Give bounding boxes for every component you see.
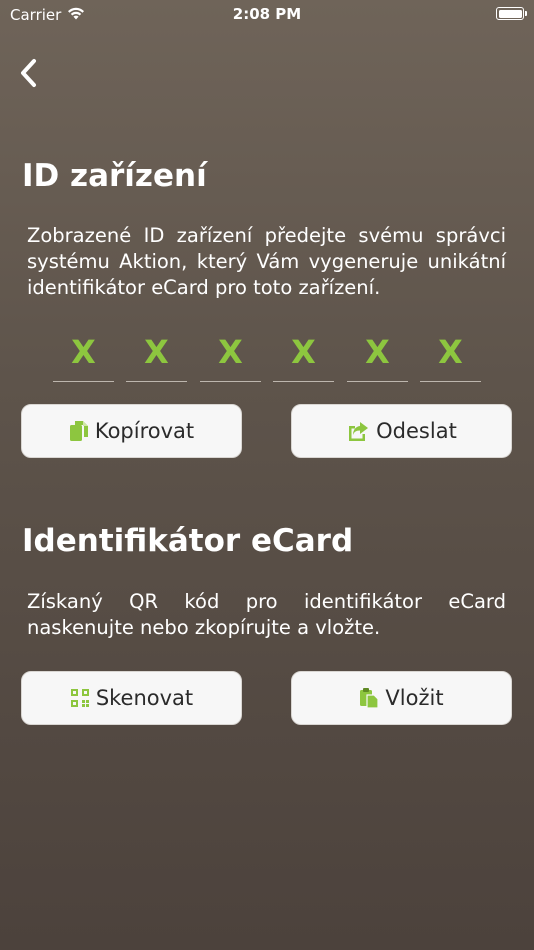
device-id-title: ID zařízení <box>22 158 207 194</box>
ecard-title: Identifikátor eCard <box>22 523 354 559</box>
back-button[interactable] <box>12 56 44 90</box>
paste-icon <box>360 688 380 709</box>
copy-button[interactable]: Kopírovat <box>21 404 242 458</box>
copy-icon <box>69 421 88 441</box>
qr-code-icon <box>70 689 89 707</box>
device-id-char: X <box>200 332 261 382</box>
paste-button-label: Vložit <box>385 686 444 710</box>
share-icon <box>349 422 369 441</box>
status-bar: Carrier 2:08 PM <box>0 0 534 28</box>
scan-button-label: Skenovat <box>95 686 194 710</box>
status-time: 2:08 PM <box>232 5 302 23</box>
device-id-char: X <box>273 332 334 382</box>
copy-button-label: Kopírovat <box>94 419 195 443</box>
back-chevron-icon <box>21 59 36 87</box>
device-id-char: X <box>53 332 114 382</box>
device-id-char: X <box>126 332 187 382</box>
battery-icon <box>496 7 527 20</box>
ecard-description: Získaný QR kód pro identifikátor eCard n… <box>27 590 506 639</box>
device-id-char: X <box>420 332 481 382</box>
send-button-label: Odeslat <box>376 419 457 443</box>
device-id-display: X X X X X X <box>53 332 481 382</box>
send-button[interactable]: Odeslat <box>291 404 512 458</box>
device-id-description: Zobrazené ID zařízení předejte svému spr… <box>27 224 506 299</box>
scan-button[interactable]: Skenovat <box>21 671 242 725</box>
device-id-char: X <box>347 332 408 382</box>
paste-button[interactable]: Vložit <box>291 671 512 725</box>
